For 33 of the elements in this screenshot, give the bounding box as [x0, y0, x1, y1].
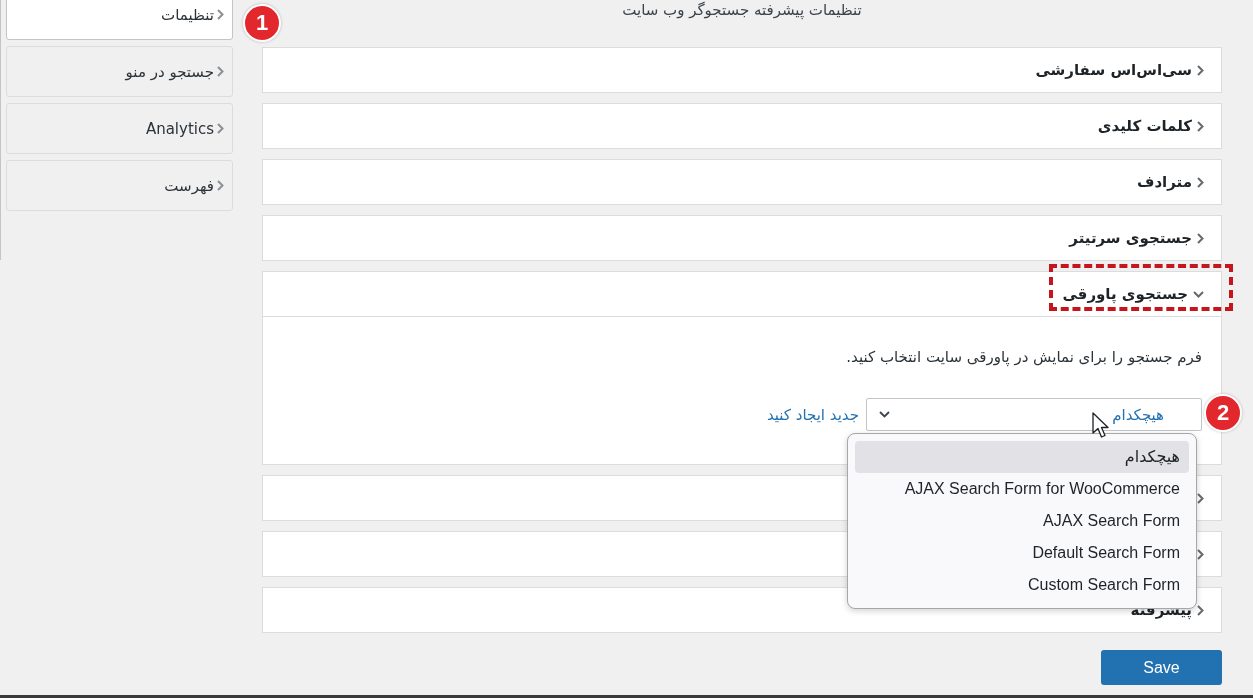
chevron-right-icon [1197, 120, 1204, 132]
sidebar-tab[interactable]: Analytics [6, 103, 233, 154]
sidebar-tab[interactable]: فهرست [6, 160, 233, 211]
chevron-down-icon [879, 411, 890, 418]
chevron-right-icon [1197, 176, 1204, 188]
section-header[interactable]: سی‌اس‌اس سفارشی [262, 47, 1222, 93]
dropdown-option[interactable]: هیچکدام [855, 441, 1189, 473]
section-header[interactable]: جستجوی پاورقی [263, 272, 1221, 317]
chevron-right-icon [217, 180, 224, 191]
chevron-right-icon [217, 123, 224, 134]
dropdown-option[interactable]: AJAX Search Form [855, 505, 1189, 537]
dropdown-option[interactable]: Default Search Form [855, 537, 1189, 569]
chevron-right-icon [1197, 548, 1204, 560]
section-header[interactable]: مترادف [262, 159, 1222, 205]
dropdown-option[interactable]: AJAX Search Form for WooCommerce [855, 473, 1189, 505]
section-header[interactable]: کلمات کلیدی [262, 103, 1222, 149]
chevron-down-icon [1193, 290, 1204, 298]
description-text: فرم جستجو را برای نمایش در پاورقی سایت انتخاب کنید. [845, 347, 1202, 368]
chevron-right-icon [1197, 64, 1204, 76]
section-header[interactable]: جستجوی سرتیتر [262, 215, 1222, 261]
chevron-right-icon [1197, 232, 1204, 244]
sidebar-tab[interactable]: تنظیمات [6, 0, 233, 40]
chevron-right-icon [217, 9, 224, 20]
create-new-link[interactable]: جدید ایجاد کنید [766, 405, 859, 424]
select-field[interactable]: هیچکدام [866, 398, 1202, 431]
step-badge: 1 [243, 4, 281, 42]
chevron-right-icon [217, 66, 224, 77]
step-badge: 2 [1204, 394, 1242, 432]
save-button[interactable]: Save [1101, 650, 1222, 685]
chevron-right-icon [1197, 604, 1204, 616]
sidebar-tab[interactable]: جستجو در منو [6, 46, 233, 97]
page-title: تنظیمات پیشرفته جستجوگر وب سایت [621, 0, 863, 20]
chevron-right-icon [1197, 492, 1204, 504]
